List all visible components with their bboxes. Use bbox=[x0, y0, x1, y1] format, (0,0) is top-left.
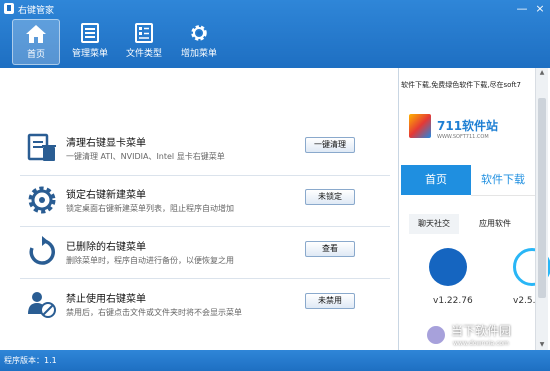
app-version: v1.22.76 bbox=[433, 296, 473, 306]
clean-gpu-menu-button[interactable]: 一键清理 bbox=[305, 137, 355, 153]
ad-nav-download[interactable]: 软件下载 bbox=[471, 165, 535, 196]
list-item-deleted-menus: 已删除的右键菜单 删除菜单时，程序自动进行备份，以便恢复之用 查看 bbox=[20, 228, 390, 278]
watermark-text: 当下软件园 bbox=[451, 324, 512, 338]
ad-nav: 首页 软件下载 bbox=[401, 165, 535, 196]
top-banner: 右键管家 — × 首页 管理菜单 文件类型 增加菜单 bbox=[0, 0, 550, 68]
item-description: 删除菜单时，程序自动进行备份，以便恢复之用 bbox=[66, 256, 234, 265]
item-description: 一键清理 ATI、NVIDIA、Intel 显卡右键菜单 bbox=[66, 152, 225, 161]
tab-file-type[interactable]: 文件类型 bbox=[121, 19, 167, 63]
user-block-icon bbox=[28, 292, 56, 318]
watermark-url: www.downxia.com bbox=[453, 340, 509, 347]
divider bbox=[20, 278, 390, 279]
tab-home-label: 首页 bbox=[26, 50, 45, 60]
version-text: 程序版本：1.1 bbox=[4, 356, 57, 365]
item-title: 清理右键显卡菜单 bbox=[66, 138, 146, 149]
gear-icon bbox=[191, 25, 207, 41]
watermark: 当下软件园 www.downxia.com bbox=[425, 322, 535, 348]
item-title: 已删除的右键菜单 bbox=[66, 242, 146, 253]
home-icon bbox=[26, 25, 46, 43]
scrollbar[interactable]: ▲ ▼ bbox=[535, 68, 548, 350]
restore-icon bbox=[29, 236, 55, 265]
divider bbox=[20, 226, 390, 227]
ad-subtab-apps[interactable]: 应用软件 bbox=[479, 214, 511, 234]
site-logo-icon[interactable] bbox=[409, 114, 431, 138]
ad-panel: 软件下载,免费绿色软件下载,尽在soft7 711软件站 WWW.SOFT711… bbox=[398, 68, 550, 350]
view-deleted-button[interactable]: 查看 bbox=[305, 241, 355, 257]
item-title: 禁止使用右键菜单 bbox=[66, 294, 146, 305]
lock-new-menu-button[interactable]: 未锁定 bbox=[305, 189, 355, 205]
list-item-disable-context-menu: 禁止使用右键菜单 禁用后，右键点击文件或文件夹时将不会显示菜单 未禁用 bbox=[20, 280, 390, 330]
item-title: 锁定右键新建菜单 bbox=[66, 190, 146, 201]
tab-home[interactable]: 首页 bbox=[12, 19, 60, 65]
tab-manage-menu-label: 管理菜单 bbox=[71, 49, 108, 59]
clean-icon bbox=[27, 133, 56, 161]
lock-gear-icon bbox=[28, 186, 56, 214]
site-name[interactable]: 711软件站 bbox=[437, 117, 498, 134]
item-description: 禁用后，右键点击文件或文件夹时将不会显示菜单 bbox=[66, 308, 242, 317]
status-bar: 程序版本：1.1 bbox=[0, 350, 550, 371]
watermark-logo-icon bbox=[425, 324, 447, 346]
tab-add-menu-label: 增加菜单 bbox=[180, 49, 217, 59]
scroll-down-icon[interactable]: ▼ bbox=[536, 340, 548, 350]
ad-nav-home[interactable]: 首页 bbox=[401, 165, 471, 195]
ad-headline[interactable]: 软件下载,免费绿色软件下载,尽在soft7 bbox=[401, 80, 521, 90]
list-item-lock-new-menu: 锁定右键新建菜单 锁定桌面右键新建菜单列表，阻止程序自动增加 未锁定 bbox=[20, 176, 390, 226]
tab-add-menu[interactable]: 增加菜单 bbox=[176, 19, 222, 63]
ad-subtab-chat[interactable]: 聊天社交 bbox=[409, 214, 459, 234]
file-type-icon bbox=[135, 23, 153, 43]
app-logo-icon bbox=[4, 3, 14, 14]
close-button[interactable]: × bbox=[532, 1, 548, 16]
tab-file-type-label: 文件类型 bbox=[125, 49, 162, 59]
tab-manage-menu[interactable]: 管理菜单 bbox=[67, 19, 113, 63]
scrollbar-thumb[interactable] bbox=[538, 98, 546, 298]
scroll-up-icon[interactable]: ▲ bbox=[536, 68, 548, 78]
item-description: 锁定桌面右键新建菜单列表，阻止程序自动增加 bbox=[66, 204, 234, 213]
list-item-clean-gpu-menu: 清理右键显卡菜单 一键清理 ATI、NVIDIA、Intel 显卡右键菜单 一键… bbox=[20, 124, 390, 174]
window-title: 右键管家 bbox=[18, 6, 55, 16]
app-window: 右键管家 — × 首页 管理菜单 文件类型 增加菜单 清理右键显卡菜单 一键清理… bbox=[0, 0, 550, 371]
main-panel: 清理右键显卡菜单 一键清理 ATI、NVIDIA、Intel 显卡右键菜单 一键… bbox=[0, 68, 398, 350]
app-a-icon[interactable] bbox=[429, 248, 467, 286]
disable-context-menu-button[interactable]: 未禁用 bbox=[305, 293, 355, 309]
title-bar: 右键管家 — × bbox=[0, 0, 550, 18]
list-icon bbox=[81, 23, 99, 43]
site-url: WWW.SOFT711.COM bbox=[437, 134, 489, 140]
minimize-button[interactable]: — bbox=[514, 1, 530, 16]
